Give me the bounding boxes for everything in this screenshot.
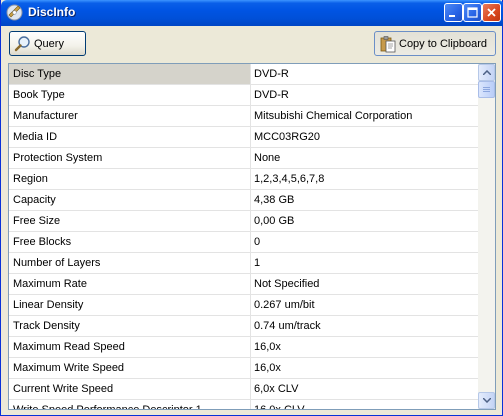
list-rows: Disc Type DVD-R Book Type DVD-R Manufacturer… [9,64,478,410]
table-row[interactable]: Free Blocks 0 [9,232,478,253]
thumb-grip-line [483,89,490,90]
property-cell: Linear Density [9,295,251,315]
value-cell: Not Specified [254,278,320,290]
table-row[interactable]: Current Write Speed 6,0x CLV [9,379,478,400]
scroll-up-button[interactable] [478,64,495,81]
value-cell: Mitsubishi Chemical Corporation [254,110,413,122]
thumb-grip-line [483,91,490,92]
table-row[interactable]: Write Speed Performance Descriptor 1 16,0… [9,400,478,410]
value-cell: 0,00 GB [254,215,295,227]
scroll-down-button[interactable] [478,392,495,409]
value-cell: 0 [254,236,261,248]
thumb-grip-line [483,87,490,88]
clipboard-icon [380,35,396,52]
value-cell: 0.267 um/bit [254,299,315,311]
value-cell: 16,0x [254,341,281,353]
property-cell: Free Size [9,211,251,231]
vertical-scrollbar[interactable] [478,64,495,409]
table-row[interactable]: Media ID MCC03RG20 [9,127,478,148]
property-cell: Maximum Read Speed [9,337,251,357]
property-cell: Manufacturer [9,106,251,126]
table-row[interactable]: Region 1,2,3,4,5,6,7,8 [9,169,478,190]
table-row[interactable]: Maximum Read Speed 16,0x [9,337,478,358]
property-cell: Media ID [9,127,251,147]
table-row[interactable]: Track Density 0.74 um/track [9,316,478,337]
property-cell: Capacity [9,190,251,210]
table-row[interactable]: Free Size 0,00 GB [9,211,478,232]
value-cell: None [254,152,281,164]
value-cell: 16,0x CLV [254,404,305,410]
scroll-thumb[interactable] [478,81,495,98]
arrow-up-icon [483,70,491,75]
maximize-icon [467,7,478,18]
property-cell: Maximum Rate [9,274,251,294]
table-row[interactable]: Disc Type DVD-R [9,64,478,85]
value-cell: 0.74 um/track [254,320,321,332]
query-button[interactable]: Query [9,31,86,56]
table-row[interactable]: Linear Density 0.267 um/bit [9,295,478,316]
table-row[interactable]: Manufacturer Mitsubishi Chemical Corporat… [9,106,478,127]
value-cell: 1 [254,257,261,269]
property-cell: Book Type [9,85,251,105]
copy-to-clipboard-button[interactable]: Copy to Clipboard [374,31,496,56]
value-cell: 1,2,3,4,5,6,7,8 [254,173,325,185]
table-row[interactable]: Number of Layers 1 [9,253,478,274]
table-row[interactable]: Maximum Write Speed 16,0x [9,358,478,379]
value-cell: MCC03RG20 [254,131,321,143]
query-button-label: Query [34,37,64,50]
discinfo-window: DiscInfo Query Copy to Clipboard Disc Ty… [0,0,503,416]
table-row[interactable]: Protection System None [9,148,478,169]
value-cell: 6,0x CLV [254,383,299,395]
title-bar[interactable]: DiscInfo [1,0,503,26]
magnifier-icon [14,35,30,51]
value-cell: DVD-R [254,68,289,80]
property-cell: Current Write Speed [9,379,251,399]
maximize-button[interactable] [463,3,482,22]
close-button[interactable] [482,3,501,22]
property-cell: Track Density [9,316,251,336]
value-cell: DVD-R [254,89,289,101]
value-cell: 4,38 GB [254,194,295,206]
value-cell: 16,0x [254,362,281,374]
property-cell: Disc Type [9,64,251,84]
property-cell: Maximum Write Speed [9,358,251,378]
property-cell: Number of Layers [9,253,251,273]
property-cell: Region [9,169,251,189]
arrow-down-icon [483,398,491,403]
property-cell: Protection System [9,148,251,168]
property-cell: Free Blocks [9,232,251,252]
minimize-button[interactable] [444,3,463,22]
disc-icon [6,4,23,21]
disc-info-list[interactable]: Disc Type DVD-R Book Type DVD-R Manufacturer… [8,63,496,410]
copy-to-clipboard-label: Copy to Clipboard [399,37,488,50]
table-row[interactable]: Capacity 4,38 GB [9,190,478,211]
table-row[interactable]: Maximum Rate Not Specified [9,274,478,295]
window-title: DiscInfo [28,5,76,19]
table-row[interactable]: Book Type DVD-R [9,85,478,106]
close-icon [487,8,496,17]
property-cell: Write Speed Performance Descriptor 1 [9,400,251,409]
minimize-icon [449,15,455,17]
